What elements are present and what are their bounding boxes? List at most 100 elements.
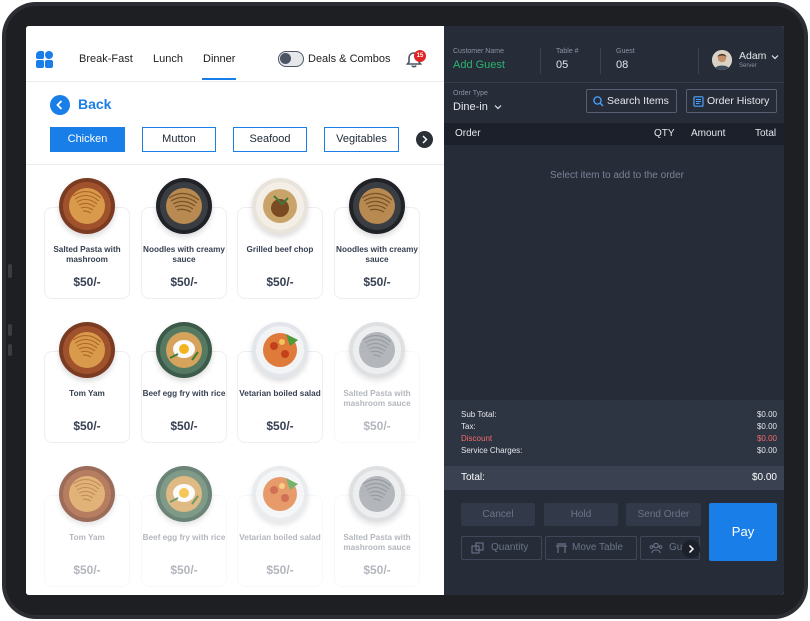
- user-name[interactable]: Adam: [739, 50, 766, 62]
- menu-item-name: Salted Pasta with mashroom sauce: [343, 533, 411, 552]
- side-button: [8, 324, 12, 336]
- menu-item-name: Vetarian boiled salad: [239, 533, 321, 542]
- tab-dinner[interactable]: Dinner: [203, 53, 235, 65]
- quantity-button[interactable]: Quantity: [461, 536, 542, 560]
- total-value: $0.00: [751, 472, 777, 483]
- chevron-left-icon: [56, 100, 63, 110]
- table-value[interactable]: 05: [556, 59, 568, 71]
- menu-item-name: Noodles with creamy sauce: [336, 245, 418, 264]
- divider: [600, 48, 601, 74]
- menu-item-name: Vetarian boiled salad: [239, 389, 321, 398]
- search-icon: [593, 96, 604, 107]
- divider: [444, 82, 784, 83]
- total-label: Total:: [461, 472, 485, 483]
- side-button: [8, 344, 12, 356]
- food-image: [252, 178, 308, 234]
- menu-item-name: Beef egg fry with rice: [142, 533, 226, 542]
- guest-label: Guest: [616, 48, 635, 55]
- menu-item-price: $50/-: [363, 419, 391, 433]
- boxes-icon: [471, 542, 484, 554]
- column-total: Total: [755, 128, 777, 139]
- order-history-label: Order History: [707, 95, 770, 107]
- deals-label: Deals & Combos: [308, 53, 391, 65]
- food-image: [59, 178, 115, 234]
- chevron-right-icon[interactable]: [682, 540, 700, 558]
- menu-item-name: Tom Yam: [69, 533, 105, 542]
- menu-item-price: $50/-: [73, 275, 101, 289]
- side-button: [8, 264, 12, 278]
- user-role: Server: [739, 63, 757, 69]
- chevron-down-icon[interactable]: [494, 103, 502, 111]
- column-qty: QTY: [654, 128, 675, 139]
- pay-button[interactable]: Pay: [709, 503, 777, 561]
- order-table-header: Order QTY Amount Total: [444, 123, 784, 145]
- food-image: [349, 466, 405, 522]
- food-image: [252, 322, 308, 378]
- empty-order-message: Select item to add to the order: [550, 170, 684, 181]
- guest-value[interactable]: 08: [616, 59, 628, 71]
- category-vegitables[interactable]: Vegitables: [324, 127, 399, 152]
- menu-item-name: Salted Pasta with mashroom: [53, 245, 121, 264]
- search-items-label: Search Items: [607, 95, 669, 107]
- food-image: [156, 322, 212, 378]
- users-icon: [649, 542, 663, 554]
- menu-item-price: $50/-: [363, 275, 391, 289]
- menu-panel: Break-Fast Lunch Dinner Deals & Combos 1…: [26, 26, 444, 595]
- table-label: Table #: [556, 48, 579, 55]
- menu-item-name: Noodles with creamy sauce: [143, 245, 225, 264]
- search-items-button[interactable]: Search Items: [586, 89, 677, 113]
- hold-button[interactable]: Hold: [544, 503, 618, 526]
- menu-item-price: $50/-: [266, 419, 294, 433]
- tab-lunch[interactable]: Lunch: [153, 53, 183, 65]
- back-label[interactable]: Back: [78, 96, 111, 112]
- tab-breakfast[interactable]: Break-Fast: [79, 53, 133, 65]
- menu-item-price: $50/-: [73, 419, 101, 433]
- category-chicken[interactable]: Chicken: [50, 127, 125, 152]
- total-bar: Total: $0.00: [444, 466, 784, 490]
- summary-service-charges: Service Charges: $0.00: [461, 446, 777, 455]
- menu-item-price: $50/-: [363, 563, 391, 577]
- menu-item-price: $50/-: [266, 563, 294, 577]
- menu-item-name: Grilled beef chop: [246, 245, 314, 254]
- food-image: [59, 322, 115, 378]
- menu-item-price: $50/-: [170, 275, 198, 289]
- order-history-button[interactable]: Order History: [686, 89, 777, 113]
- chevron-down-icon[interactable]: [771, 53, 779, 61]
- menu-item-name: Salted Pasta with mashroom sauce: [343, 389, 411, 408]
- avatar[interactable]: [712, 50, 732, 70]
- app-screen: Break-Fast Lunch Dinner Deals & Combos 1…: [26, 26, 784, 595]
- deals-toggle[interactable]: [278, 51, 304, 67]
- order-type-select[interactable]: Dine-in: [453, 101, 488, 113]
- active-tab-indicator: [202, 78, 236, 80]
- summary-tax: Tax: $0.00: [461, 422, 777, 431]
- guest-button-label: Gu: [669, 542, 683, 553]
- menu-item-price: $50/-: [266, 275, 294, 289]
- app-logo: [36, 51, 54, 69]
- order-panel: Customer Name Add Guest Table # 05 Guest…: [444, 26, 784, 595]
- send-order-button[interactable]: Send Order: [626, 503, 701, 526]
- menu-item-price: $50/-: [170, 419, 198, 433]
- summary-discount: Discount $0.00: [461, 434, 777, 443]
- back-button[interactable]: [50, 95, 70, 115]
- food-image: [252, 466, 308, 522]
- divider: [540, 48, 541, 74]
- move-table-button[interactable]: Move Table: [545, 536, 637, 560]
- list-icon: [693, 96, 704, 107]
- food-image: [349, 178, 405, 234]
- category-mutton[interactable]: Mutton: [142, 127, 216, 152]
- cancel-button[interactable]: Cancel: [461, 503, 535, 526]
- chevron-right-icon[interactable]: [416, 131, 433, 148]
- divider: [698, 48, 699, 74]
- top-nav: Break-Fast Lunch Dinner Deals & Combos 1…: [26, 26, 444, 82]
- category-seafood[interactable]: Seafood: [233, 127, 307, 152]
- column-order: Order: [455, 128, 481, 139]
- quantity-label: Quantity: [491, 542, 529, 553]
- table-icon: [556, 543, 567, 553]
- summary-subtotal: Sub Total: $0.00: [461, 410, 777, 419]
- customer-name-label: Customer Name: [453, 48, 504, 55]
- divider: [26, 164, 444, 165]
- menu-item-name: Beef egg fry with rice: [142, 389, 226, 398]
- move-table-label: Move Table: [572, 542, 623, 553]
- add-guest-link[interactable]: Add Guest: [453, 59, 505, 71]
- notification-badge: 15: [414, 50, 426, 62]
